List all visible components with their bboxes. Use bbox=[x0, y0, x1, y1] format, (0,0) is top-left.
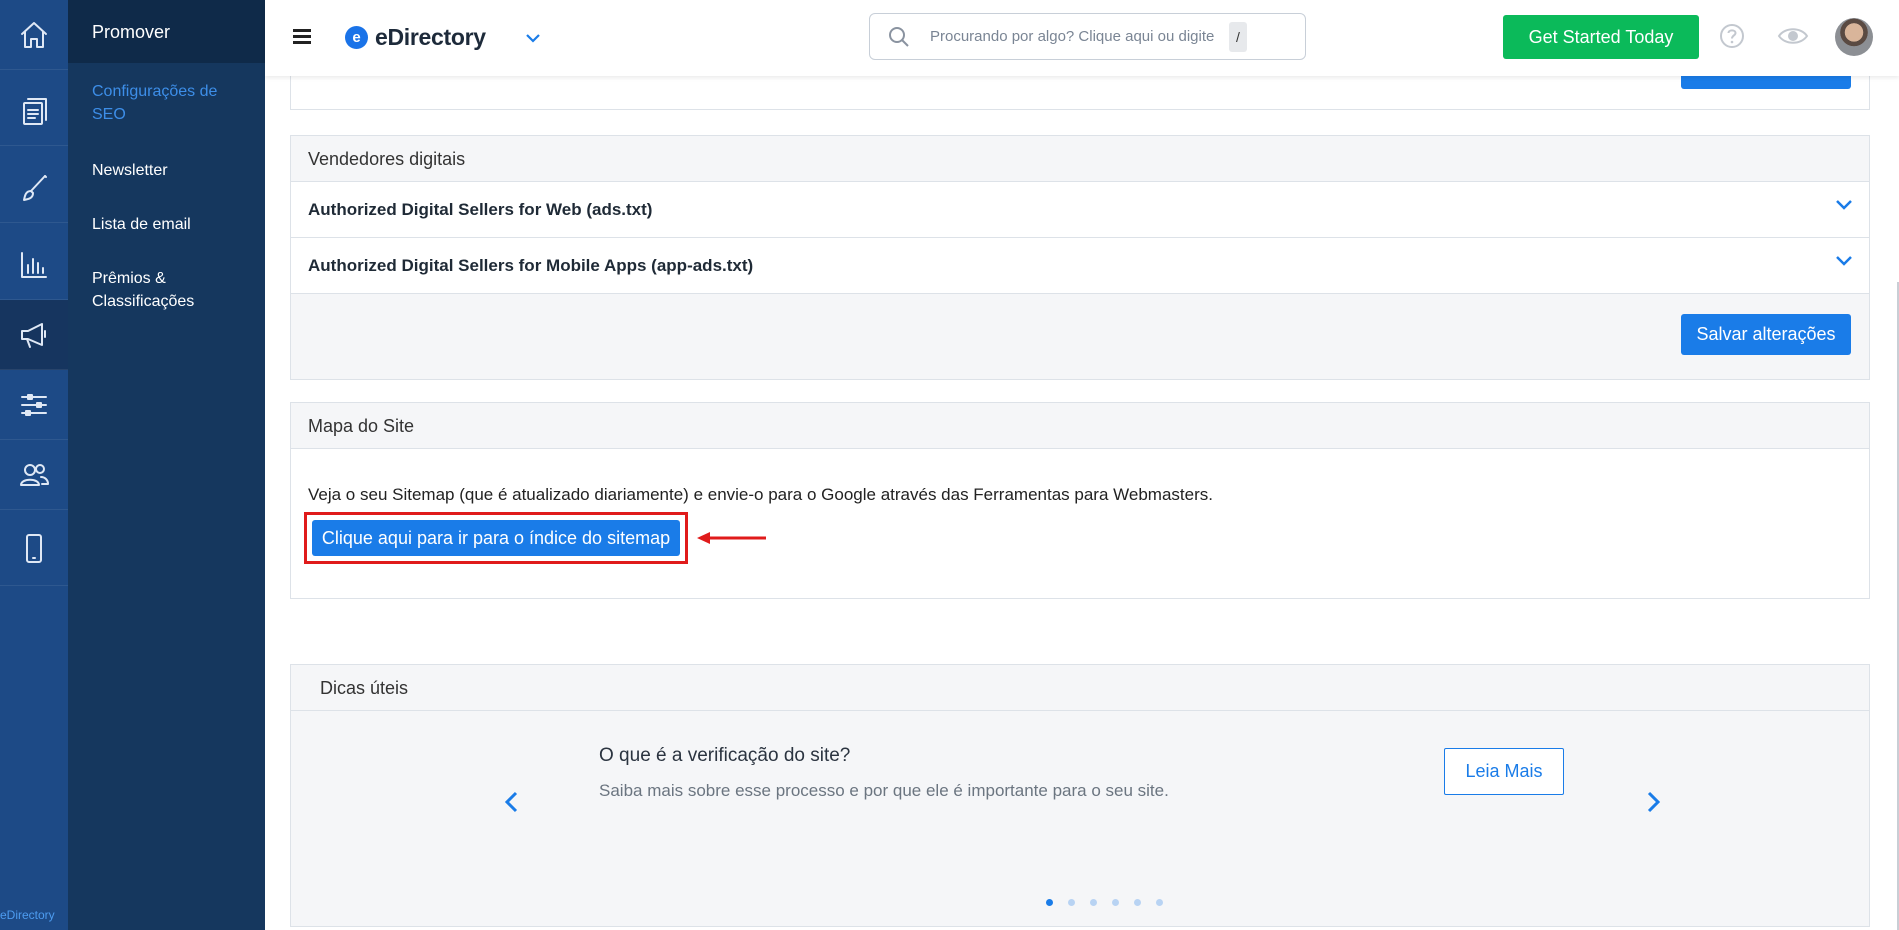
tips-title: Dicas úteis bbox=[291, 665, 1869, 711]
top-bar: e eDirectory Procurando por algo? Clique… bbox=[265, 0, 1899, 76]
get-started-button[interactable]: Get Started Today bbox=[1503, 15, 1699, 59]
read-more-button[interactable]: Leia Mais bbox=[1444, 748, 1564, 795]
logo-text[interactable]: eDirectory bbox=[375, 24, 486, 51]
tip-heading: O que é a verificação do site? bbox=[599, 745, 851, 766]
sidebar-item-newsletter[interactable]: Newsletter bbox=[92, 159, 252, 182]
design-icon[interactable] bbox=[0, 153, 68, 223]
sidebar-title: Promover bbox=[68, 0, 265, 63]
chevron-down-icon[interactable] bbox=[1835, 254, 1853, 272]
carousel-pagination bbox=[1046, 899, 1163, 906]
accordion-ads-txt[interactable]: Authorized Digital Sellers for Web (ads.… bbox=[291, 182, 1869, 238]
icon-rail: eDirectory bbox=[0, 0, 68, 930]
carousel-dot[interactable] bbox=[1134, 899, 1141, 906]
sidebar-item-email-list[interactable]: Lista de email bbox=[92, 213, 252, 236]
highlight-box: Clique aqui para ir para o índice do sit… bbox=[304, 512, 688, 564]
save-button[interactable]: Salvar alterações bbox=[1681, 314, 1851, 355]
menu-icon[interactable] bbox=[293, 29, 311, 44]
search-input[interactable]: Procurando por algo? Clique aqui ou digi… bbox=[869, 13, 1306, 60]
chevron-down-icon[interactable] bbox=[1835, 198, 1853, 216]
sitemap-index-button[interactable]: Clique aqui para ir para o índice do sit… bbox=[312, 520, 680, 556]
logo-mark: e bbox=[345, 26, 368, 49]
brand-label: eDirectory bbox=[0, 908, 55, 922]
reports-icon[interactable] bbox=[0, 230, 68, 300]
chevron-right-icon[interactable] bbox=[1647, 791, 1661, 818]
carousel-dot[interactable] bbox=[1112, 899, 1119, 906]
chevron-left-icon[interactable] bbox=[504, 791, 518, 818]
help-icon[interactable] bbox=[1719, 23, 1745, 54]
content-icon[interactable] bbox=[0, 76, 68, 146]
search-shortcut-key: / bbox=[1229, 22, 1247, 52]
avatar[interactable] bbox=[1835, 18, 1873, 56]
promote-icon[interactable] bbox=[0, 300, 68, 370]
promote-sidebar: Promover Configurações de SEO Newsletter… bbox=[68, 0, 265, 930]
search-icon bbox=[888, 26, 910, 53]
accordion-label: Authorized Digital Sellers for Mobile Ap… bbox=[308, 256, 754, 275]
previous-save-button[interactable] bbox=[1681, 75, 1851, 89]
tips-carousel: O que é a verificação do site? Saiba mai… bbox=[291, 711, 1869, 926]
home-icon[interactable] bbox=[0, 0, 68, 70]
eye-icon[interactable] bbox=[1777, 24, 1809, 53]
carousel-dot[interactable] bbox=[1156, 899, 1163, 906]
tip-text: Saiba mais sobre esse processo e por que… bbox=[599, 781, 1169, 800]
carousel-dot[interactable] bbox=[1090, 899, 1097, 906]
arrow-left-icon bbox=[696, 531, 768, 550]
digital-sellers-card: Vendedores digitais Authorized Digital S… bbox=[290, 135, 1870, 380]
digital-sellers-title: Vendedores digitais bbox=[291, 136, 1869, 182]
save-area: Salvar alterações bbox=[291, 294, 1869, 379]
chevron-down-icon[interactable] bbox=[525, 30, 541, 48]
main-content: Vendedores digitais Authorized Digital S… bbox=[265, 0, 1899, 930]
tips-card: Dicas úteis O que é a verificação do sit… bbox=[290, 664, 1870, 927]
sidebar-item-awards[interactable]: Prêmios & Classificações bbox=[92, 267, 252, 313]
settings-icon[interactable] bbox=[0, 370, 68, 440]
carousel-dot[interactable] bbox=[1068, 899, 1075, 906]
sidebar-item-seo[interactable]: Configurações de SEO bbox=[92, 80, 252, 126]
sitemap-description: Veja o seu Sitemap (que é atualizado dia… bbox=[308, 485, 1213, 504]
accordion-app-ads-txt[interactable]: Authorized Digital Sellers for Mobile Ap… bbox=[291, 238, 1869, 294]
sitemap-title: Mapa do Site bbox=[291, 403, 1869, 449]
users-icon[interactable] bbox=[0, 440, 68, 510]
mobile-icon[interactable] bbox=[0, 510, 68, 586]
sitemap-card: Mapa do Site Veja o seu Sitemap (que é a… bbox=[290, 402, 1870, 599]
carousel-dot[interactable] bbox=[1046, 899, 1053, 906]
search-placeholder: Procurando por algo? Clique aqui ou digi… bbox=[930, 28, 1215, 45]
accordion-label: Authorized Digital Sellers for Web (ads.… bbox=[308, 200, 653, 219]
